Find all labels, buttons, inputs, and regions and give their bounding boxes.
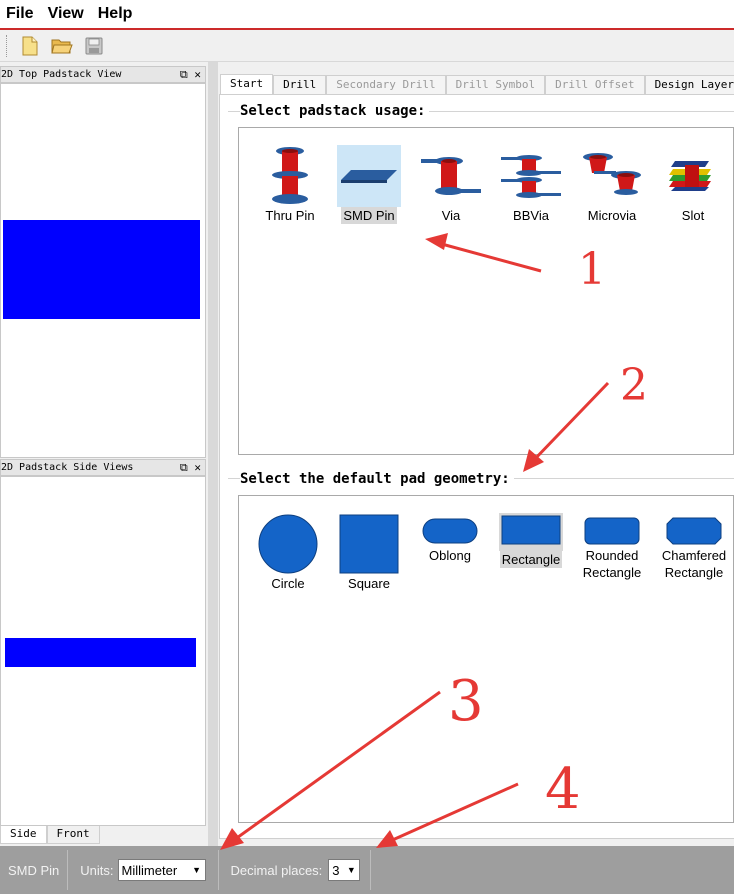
dock-controls[interactable]: ⧉ ✕ bbox=[180, 67, 201, 82]
chamfered-rectangle-shape-icon bbox=[666, 517, 722, 545]
usage-label: Microvia bbox=[587, 208, 637, 223]
slot-icon bbox=[669, 161, 711, 191]
menu-file[interactable]: File bbox=[0, 5, 42, 23]
usage-label: BBVia bbox=[513, 208, 549, 223]
usage-microvia[interactable]: Microvia bbox=[580, 151, 644, 224]
chevron-down-icon: ▼ bbox=[192, 865, 201, 875]
geometry-label: Chamfered Rectangle bbox=[656, 547, 732, 581]
usage-via[interactable]: Via bbox=[419, 153, 483, 224]
decimal-places-label: Decimal places: bbox=[230, 862, 323, 878]
chevron-down-icon: ▼ bbox=[346, 865, 356, 875]
side-view-title: 2D Padstack Side Views bbox=[1, 462, 134, 473]
tab-bar: Start Drill Secondary Drill Drill Symbol… bbox=[220, 74, 734, 95]
dock-controls[interactable]: ⧉ ✕ bbox=[180, 460, 201, 475]
top-view-title-bar: 2D Top Padstack View ⧉ ✕ bbox=[0, 66, 206, 83]
tab-drill-offset: Drill Offset bbox=[545, 75, 645, 94]
bbvia-icon bbox=[501, 155, 561, 198]
top-view-panel bbox=[0, 83, 206, 458]
top-view-title: 2D Top Padstack View bbox=[1, 69, 122, 80]
units-select[interactable]: Millimeter ▼ bbox=[117, 859, 206, 881]
circle-shape-icon bbox=[258, 514, 318, 574]
oblong-shape-icon bbox=[422, 518, 478, 544]
usage-label: SMD Pin bbox=[341, 207, 397, 224]
view-tabs: Side Front bbox=[0, 826, 100, 844]
smd-pin-icon bbox=[341, 170, 397, 183]
status-divider bbox=[217, 850, 219, 890]
geometry-square[interactable]: Square bbox=[338, 513, 400, 592]
geometry-label-text: Chamfered Rectangle bbox=[661, 548, 727, 580]
microvia-icon bbox=[583, 153, 641, 195]
mode-status: SMD Pin bbox=[8, 862, 60, 878]
thru-pin-icon bbox=[272, 147, 308, 204]
usage-smd-pin[interactable]: SMD Pin bbox=[337, 145, 401, 224]
units-value: Millimeter bbox=[121, 862, 178, 878]
via-icon bbox=[421, 157, 481, 195]
menu-view[interactable]: View bbox=[42, 5, 92, 23]
toolbar bbox=[0, 31, 734, 62]
toolbar-grip[interactable] bbox=[6, 35, 9, 57]
geometry-label: Rounded Rectangle bbox=[582, 548, 642, 580]
open-folder-icon[interactable] bbox=[49, 33, 75, 59]
geometry-rounded-rectangle[interactable]: Rounded Rectangle bbox=[579, 515, 645, 581]
tab-start[interactable]: Start bbox=[220, 74, 274, 95]
save-icon[interactable] bbox=[81, 33, 107, 59]
status-divider bbox=[370, 850, 372, 890]
geometry-oblong[interactable]: Oblong bbox=[419, 515, 481, 564]
decimal-places-value: 3 bbox=[332, 862, 340, 878]
usage-label: Thru Pin bbox=[265, 208, 315, 223]
start-tab-pane: Select padstack usage: Thru Pin SMD Pin bbox=[219, 94, 734, 839]
top-view-pad bbox=[3, 220, 200, 319]
menu-bar: File View Help bbox=[0, 0, 734, 30]
usage-bbvia[interactable]: BBVia bbox=[499, 151, 563, 224]
tab-design-layers[interactable]: Design Layers bbox=[644, 75, 734, 94]
tab-drill-symbol: Drill Symbol bbox=[445, 75, 546, 94]
usage-label: Via bbox=[441, 208, 461, 223]
status-divider bbox=[67, 850, 69, 890]
tab-secondary-drill: Secondary Drill bbox=[326, 75, 446, 94]
usage-label: Slot bbox=[681, 208, 705, 223]
geometry-rectangle[interactable]: Rectangle bbox=[499, 513, 563, 568]
geometry-heading: Select the default pad geometry: bbox=[240, 471, 514, 487]
usage-slot[interactable]: Slot bbox=[661, 157, 725, 224]
geometry-label: Oblong bbox=[429, 548, 471, 563]
side-view-panel bbox=[0, 476, 206, 826]
geometry-label: Square bbox=[348, 576, 390, 591]
usage-thru-pin[interactable]: Thru Pin bbox=[258, 143, 322, 224]
side-view-pad bbox=[5, 638, 196, 667]
new-file-icon[interactable] bbox=[17, 33, 43, 59]
rectangle-shape-icon bbox=[501, 515, 561, 545]
menu-help[interactable]: Help bbox=[92, 5, 141, 23]
geometry-label: Circle bbox=[271, 576, 305, 591]
tab-drill[interactable]: Drill bbox=[273, 75, 327, 94]
tab-side[interactable]: Side bbox=[0, 826, 47, 844]
status-bar: SMD Pin Units: Millimeter ▼ Decimal plac… bbox=[0, 846, 734, 894]
geometry-chamfered-rectangle[interactable]: Chamfered Rectangle bbox=[658, 515, 730, 581]
rounded-rectangle-shape-icon bbox=[584, 517, 640, 545]
tab-front[interactable]: Front bbox=[46, 826, 100, 844]
units-label: Units: bbox=[80, 862, 114, 878]
usage-heading: Select padstack usage: bbox=[240, 103, 430, 119]
geometry-label-line1: Rounded Rectangle bbox=[575, 547, 649, 581]
geometry-circle[interactable]: Circle bbox=[257, 513, 319, 592]
splitter-handle[interactable] bbox=[208, 62, 218, 846]
side-view-title-bar: 2D Padstack Side Views ⧉ ✕ bbox=[0, 459, 206, 476]
square-shape-icon bbox=[339, 514, 399, 574]
decimal-places-select[interactable]: 3 ▼ bbox=[328, 859, 361, 881]
geometry-label: Rectangle bbox=[499, 551, 563, 568]
